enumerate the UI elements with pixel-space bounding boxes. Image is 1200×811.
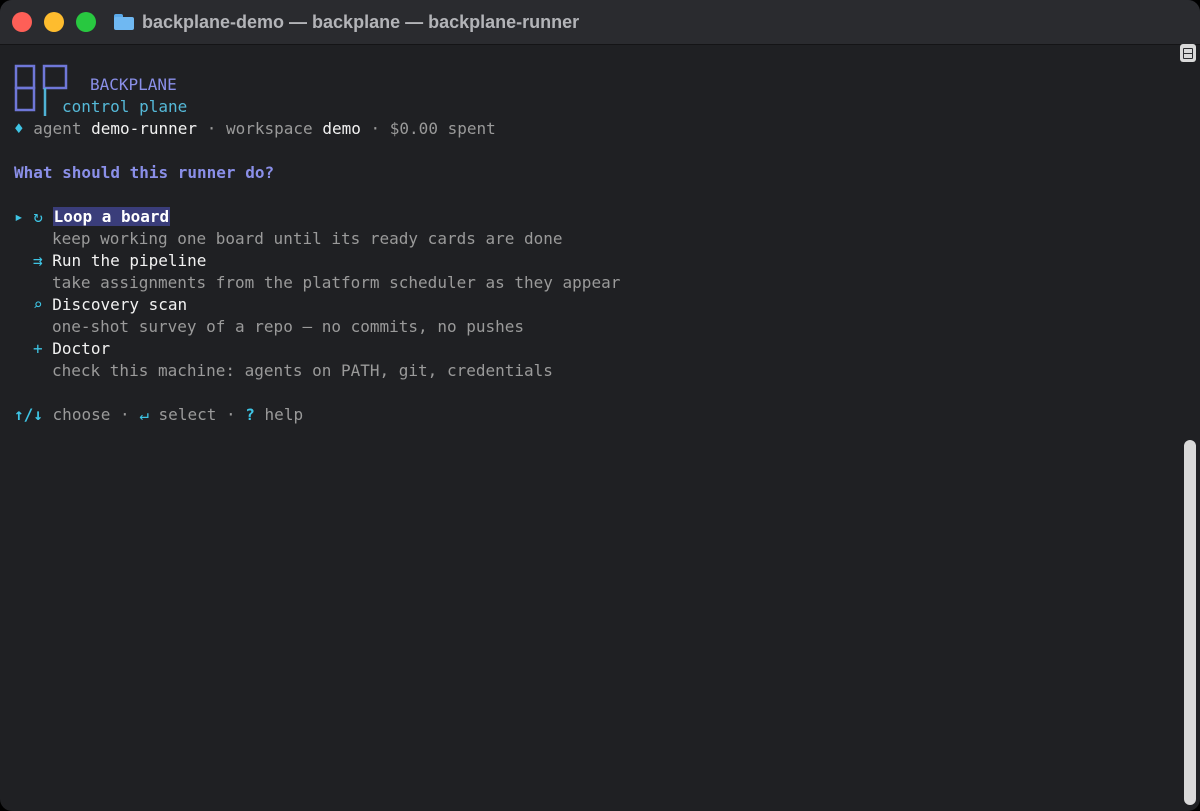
menu-item-label: Run the pipeline: [52, 251, 207, 270]
menu-item-loop-a-board[interactable]: ▸ ↻ Loop a board: [14, 206, 171, 228]
workspace-value: demo: [322, 119, 361, 138]
vertical-scrollbar[interactable]: [1182, 70, 1196, 807]
menu-item-doctor[interactable]: + Doctor: [33, 338, 110, 360]
terminal-window: backplane-demo — backplane — backplane-r…: [0, 0, 1200, 811]
minimize-window-button[interactable]: [44, 12, 64, 32]
menu-item-label: Discovery scan: [52, 295, 188, 314]
help-hint: help: [264, 405, 304, 424]
status-line: ♦ agent demo-runner · workspace demo · $…: [14, 118, 496, 140]
key-hints: ↑/↓ choose · ↵ select · ? help: [14, 404, 303, 426]
menu-item-description: keep working one board until its ready c…: [52, 229, 563, 248]
arrow-keys-icon: ↑/↓: [14, 405, 43, 424]
selection-cursor-icon: ▸: [14, 207, 24, 226]
enter-key-icon: ↵: [139, 405, 149, 424]
folder-icon: [114, 14, 134, 30]
loop-icon: ↻: [33, 207, 43, 226]
scrollbar-thumb[interactable]: [1184, 440, 1196, 805]
agent-label: agent: [33, 119, 82, 138]
workspace-label: workspace: [225, 119, 313, 138]
choose-hint: choose: [52, 405, 111, 424]
menu-item-description: take assignments from the platform sched…: [52, 273, 621, 292]
help-key-icon: ?: [245, 405, 255, 424]
menu-item-description: check this machine: agents on PATH, git,…: [52, 361, 553, 380]
separator: ·: [225, 405, 236, 424]
brand-subtitle: control plane: [62, 97, 188, 116]
menu-item-discovery-scan[interactable]: ⌕ Discovery scan: [33, 294, 187, 316]
prompt-question: What should this runner do?: [14, 163, 275, 182]
window-title: backplane-demo — backplane — backplane-r…: [142, 11, 580, 32]
menu-item-label: Doctor: [52, 339, 111, 358]
menu-item-description: one-shot survey of a repo — no commits, …: [52, 317, 525, 336]
diamond-icon: ♦: [14, 119, 24, 138]
agent-value: demo-runner: [91, 119, 198, 138]
separator: ·: [119, 405, 130, 424]
separator: ·: [370, 119, 381, 138]
scrollbar-toggle-icon[interactable]: [1180, 44, 1196, 62]
menu-item-label: Loop a board: [52, 207, 171, 226]
separator: ·: [206, 119, 217, 138]
pipeline-icon: ⇉: [33, 251, 43, 270]
close-window-button[interactable]: [12, 12, 32, 32]
terminal-content[interactable]: BACKPLANE control plane ♦ agent demo-run…: [14, 58, 1164, 798]
brand-name: BACKPLANE: [90, 75, 177, 94]
spent-value: $0.00 spent: [389, 119, 496, 138]
maximize-window-button[interactable]: [76, 12, 96, 32]
title-bar: backplane-demo — backplane — backplane-r…: [0, 0, 1200, 45]
window-title-group: backplane-demo — backplane — backplane-r…: [114, 10, 579, 34]
select-hint: select: [158, 405, 217, 424]
plus-icon: +: [33, 339, 43, 358]
search-icon: ⌕: [33, 295, 43, 314]
menu-item-run-the-pipeline[interactable]: ⇉ Run the pipeline: [33, 250, 206, 272]
